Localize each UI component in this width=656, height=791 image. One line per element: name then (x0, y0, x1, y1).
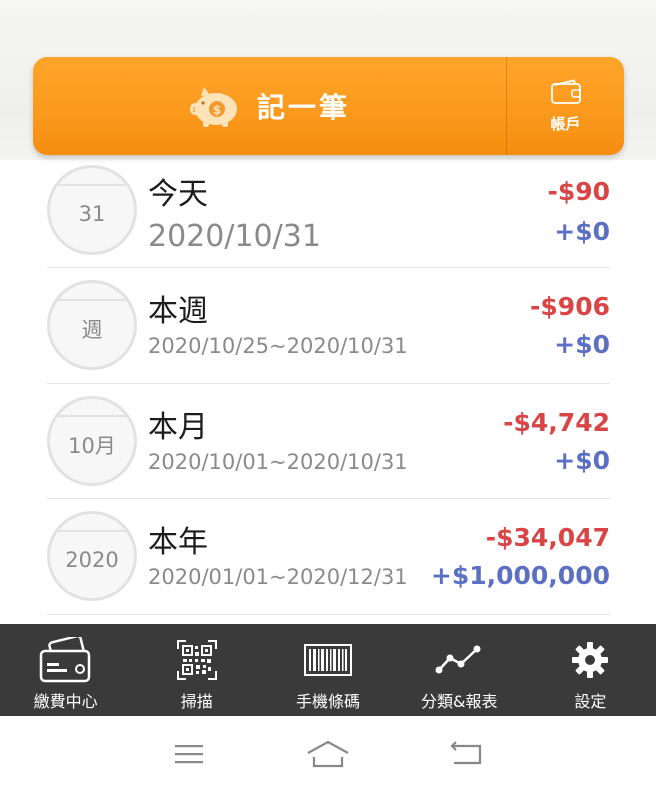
nav-label: 繳費中心 (33, 692, 98, 711)
recent-apps-button[interactable] (164, 734, 214, 774)
nav-category-report[interactable]: 分類&報表 (394, 624, 525, 716)
menu-lines-icon (175, 744, 204, 763)
expense-amount: -$34,047 (485, 523, 610, 552)
period-date-range: 2020/10/01~2020/10/31 (148, 449, 408, 474)
trend-chart-icon (435, 645, 481, 674)
date-circle-icon: 2020 (47, 511, 137, 601)
period-row-week[interactable]: 週 本週 2020/10/25~2020/10/31 -$906 +$0 (47, 268, 610, 384)
bill-card-icon (39, 637, 90, 683)
record-entry-label: 記一筆 (256, 91, 350, 124)
qr-code-icon (176, 640, 217, 680)
date-circle-icon: 31 (47, 165, 137, 255)
header-bar: $ 記一筆 帳戶 (33, 57, 624, 155)
date-circle-icon: 週 (47, 280, 137, 370)
record-entry-button[interactable]: $ 記一筆 (33, 57, 506, 155)
period-title: 本月 (148, 409, 208, 445)
period-title: 今天 (148, 177, 208, 212)
expense-amount: -$906 (530, 292, 610, 321)
nav-payment-center[interactable]: 繳費中心 (0, 624, 131, 716)
income-amount: +$0 (554, 217, 610, 246)
date-circle-text: 週 (81, 318, 103, 342)
income-amount: +$1,000,000 (430, 561, 610, 590)
nav-scan[interactable]: 掃描 (131, 624, 262, 716)
date-circle-text: 31 (78, 202, 106, 226)
period-row-today[interactable]: 31 今天 2020/10/31 -$90 +$0 (47, 155, 610, 268)
date-circle-icon: 10月 (47, 395, 137, 486)
home-icon (307, 740, 349, 767)
back-arrow-icon (450, 740, 481, 764)
home-button[interactable] (303, 734, 353, 774)
period-summary-list: 31 今天 2020/10/31 -$90 +$0 週 本週 2020/10/2… (0, 155, 656, 615)
nav-mobile-barcode[interactable]: 手機條碼 (262, 624, 393, 716)
account-button[interactable]: 帳戶 (506, 57, 624, 155)
wallet-icon (550, 78, 581, 104)
nav-label: 設定 (574, 692, 607, 711)
piggy-bank-icon: $ (189, 87, 237, 127)
period-title: 本年 (148, 525, 208, 560)
account-label: 帳戶 (550, 114, 581, 133)
expense-amount: -$90 (547, 177, 610, 206)
back-button[interactable] (442, 734, 492, 774)
date-circle-text: 10月 (68, 433, 116, 458)
period-row-year[interactable]: 2020 本年 2020/01/01~2020/12/31 -$34,047 +… (47, 499, 610, 615)
bottom-navigation: 繳費中心 掃描 手機條碼 分類&報表 設定 (0, 624, 656, 716)
income-amount: +$0 (554, 330, 610, 359)
period-date-range: 2020/10/25~2020/10/31 (148, 334, 408, 358)
period-row-month[interactable]: 10月 本月 2020/10/01~2020/10/31 -$4,742 +$0 (47, 384, 610, 499)
system-navigation-bar (0, 716, 656, 791)
nav-label: 手機條碼 (296, 692, 361, 711)
nav-settings[interactable]: 設定 (525, 624, 656, 716)
nav-label: 分類&報表 (420, 692, 498, 711)
period-date-range: 2020/10/31 (148, 219, 321, 254)
period-date-range: 2020/01/01~2020/12/31 (148, 565, 408, 589)
gear-icon (572, 642, 609, 678)
date-circle-text: 2020 (65, 548, 119, 572)
svg-text:$: $ (213, 103, 221, 117)
barcode-icon (304, 644, 352, 676)
income-amount: +$0 (554, 445, 610, 475)
expense-amount: -$4,742 (503, 407, 610, 437)
nav-label: 掃描 (180, 692, 213, 711)
period-title: 本週 (148, 294, 208, 329)
